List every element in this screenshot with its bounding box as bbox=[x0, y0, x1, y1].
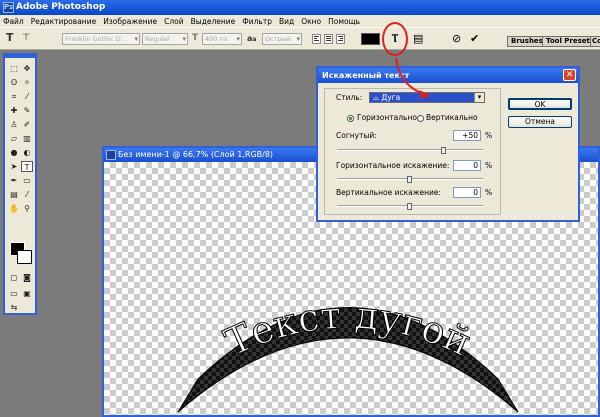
font-size-icon: T bbox=[192, 33, 199, 43]
v-distortion-input[interactable]: 0 bbox=[453, 187, 481, 198]
warped-text: Текст дугой bbox=[218, 292, 479, 365]
type-tool-icon[interactable]: T bbox=[21, 161, 33, 172]
text-tool-icon[interactable]: T bbox=[6, 31, 14, 44]
close-icon[interactable]: ✕ bbox=[563, 69, 576, 81]
app-title: Adobe Photoshop bbox=[16, 2, 106, 12]
antialias-select[interactable]: Острый bbox=[262, 33, 302, 45]
bend-unit: % bbox=[485, 131, 493, 140]
pen-icon[interactable]: ✒ bbox=[8, 175, 20, 186]
move-icon[interactable]: ✥ bbox=[21, 63, 33, 74]
app-titlebar: Ps Adobe Photoshop bbox=[0, 0, 600, 15]
v-distortion-slider[interactable] bbox=[337, 203, 483, 210]
ok-button[interactable]: OK bbox=[508, 98, 572, 110]
menu-help[interactable]: Помощь bbox=[328, 17, 360, 26]
crop-icon[interactable]: ⌗ bbox=[8, 91, 20, 102]
align-right-icon[interactable] bbox=[336, 34, 345, 44]
imageready-icon[interactable]: ⇆ bbox=[8, 302, 20, 313]
history-brush-icon[interactable]: ✐ bbox=[21, 119, 33, 130]
bend-input[interactable]: +50 bbox=[453, 130, 481, 141]
quickmask-icon[interactable]: ◙ bbox=[21, 272, 33, 283]
hand-icon[interactable]: ✋ bbox=[8, 203, 20, 214]
v-distortion-unit: % bbox=[485, 188, 493, 197]
h-distortion-label: Горизонтальное искажение: bbox=[336, 161, 450, 170]
dialog-title: Искаженный текст bbox=[322, 71, 410, 80]
menu-window[interactable]: Окно bbox=[301, 17, 321, 26]
font-style-select[interactable]: Regular bbox=[142, 33, 188, 45]
bend-slider[interactable] bbox=[337, 147, 483, 154]
align-left-icon[interactable] bbox=[312, 34, 321, 44]
h-distortion-unit: % bbox=[485, 161, 493, 170]
h-distortion-slider-thumb[interactable] bbox=[407, 176, 412, 183]
align-center-icon[interactable] bbox=[324, 34, 333, 44]
vertical-label[interactable]: Вертикально bbox=[426, 113, 478, 122]
gradient-icon[interactable]: ▥ bbox=[21, 133, 33, 144]
warped-text-layer[interactable]: Текст дугой bbox=[168, 284, 528, 417]
svg-text:Текст дугой: Текст дугой bbox=[218, 293, 478, 365]
marquee-icon[interactable]: ⬚ bbox=[8, 63, 20, 74]
v-distortion-slider-thumb[interactable] bbox=[407, 203, 412, 210]
bend-slider-thumb[interactable] bbox=[441, 147, 446, 154]
screen-mode-icon[interactable]: ▭ bbox=[8, 288, 20, 299]
commit-check-icon[interactable]: ✔ bbox=[470, 33, 479, 45]
warp-options-group: Стиль: ⌓ Дуга ▾ Горизонтально Вертикальн… bbox=[324, 88, 501, 215]
brush-icon[interactable]: ✎ bbox=[21, 105, 33, 116]
tab-color[interactable]: Co bbox=[590, 36, 600, 47]
standard-mode-icon[interactable]: ◻ bbox=[8, 272, 20, 283]
toolbox: ⬚ ✥ ʘ ✧ ⌗ ⁄ ✚ ✎ ♙ ✐ ▱ ▥ ● ◐ ➤ T ✒ ▭ ▤ ⁄ … bbox=[3, 53, 37, 315]
cancel-button[interactable]: Отмена bbox=[508, 116, 572, 128]
menu-image[interactable]: Изображение bbox=[103, 17, 157, 26]
fullscreen-icon[interactable]: ▣ bbox=[21, 288, 33, 299]
dialog-titlebar[interactable]: Искаженный текст ✕ bbox=[318, 68, 578, 83]
lasso-icon[interactable]: ʘ bbox=[8, 77, 20, 88]
horizontal-label[interactable]: Горизонтально bbox=[357, 113, 417, 122]
stamp-icon[interactable]: ♙ bbox=[8, 119, 20, 130]
cancel-icon[interactable]: ⊘ bbox=[452, 33, 461, 45]
notes-icon[interactable]: ▤ bbox=[8, 189, 20, 200]
horizontal-radio[interactable] bbox=[347, 115, 354, 122]
menu-bar: Файл Редактирование Изображение Слой Выд… bbox=[0, 15, 600, 27]
warp-text-dialog: Искаженный текст ✕ Стиль: ⌓ Дуга ▾ Гориз… bbox=[316, 66, 580, 222]
font-family-select[interactable]: Franklin Gothic D... bbox=[62, 33, 140, 45]
document-title: Без имени-1 @ 66,7% (Слой 1,RGB/8) bbox=[118, 150, 274, 159]
antialias-icon: aa bbox=[247, 34, 257, 43]
blur-icon[interactable]: ● bbox=[8, 147, 20, 158]
eraser-icon[interactable]: ▱ bbox=[8, 133, 20, 144]
menu-file[interactable]: Файл bbox=[3, 17, 24, 26]
menu-filter[interactable]: Фильтр bbox=[242, 17, 272, 26]
h-distortion-input[interactable]: 0 bbox=[453, 160, 481, 171]
healing-icon[interactable]: ✚ bbox=[8, 105, 20, 116]
zoom-icon[interactable]: ⚲ bbox=[21, 203, 33, 214]
shape-icon[interactable]: ▭ bbox=[21, 175, 33, 186]
vertical-radio[interactable] bbox=[417, 115, 424, 122]
v-distortion-label: Вертикальное искажение: bbox=[336, 188, 442, 197]
style-select[interactable]: ⌓ Дуга ▾ bbox=[369, 92, 485, 103]
h-distortion-slider[interactable] bbox=[337, 176, 483, 183]
background-color-swatch[interactable] bbox=[17, 250, 32, 264]
tab-brushes[interactable]: Brushes bbox=[507, 36, 547, 47]
warp-highlight-circle bbox=[382, 22, 408, 56]
magic-wand-icon[interactable]: ✧ bbox=[21, 77, 33, 88]
style-value: Дуга bbox=[381, 93, 401, 102]
slice-icon[interactable]: ⁄ bbox=[21, 91, 33, 102]
menu-layer[interactable]: Слой bbox=[164, 17, 184, 26]
chevron-down-icon: ▾ bbox=[474, 93, 484, 102]
style-label: Стиль: bbox=[336, 93, 363, 102]
dodge-icon[interactable]: ◐ bbox=[21, 147, 33, 158]
document-icon bbox=[106, 150, 116, 160]
menu-select[interactable]: Выделение bbox=[191, 17, 236, 26]
path-select-icon[interactable]: ➤ bbox=[8, 161, 20, 172]
menu-edit[interactable]: Редактирование bbox=[31, 17, 96, 26]
orientation-toggle-icon[interactable]: ⊤ bbox=[22, 33, 30, 43]
menu-view[interactable]: Вид bbox=[279, 17, 294, 26]
eyedropper-icon[interactable]: ⁄ bbox=[21, 189, 33, 200]
font-size-select[interactable]: 400 пх bbox=[202, 33, 242, 45]
palettes-icon[interactable]: ▤ bbox=[413, 33, 423, 45]
photoshop-icon: Ps bbox=[3, 2, 14, 13]
bend-label: Согнутый: bbox=[336, 131, 377, 140]
text-color-swatch[interactable] bbox=[361, 33, 380, 45]
